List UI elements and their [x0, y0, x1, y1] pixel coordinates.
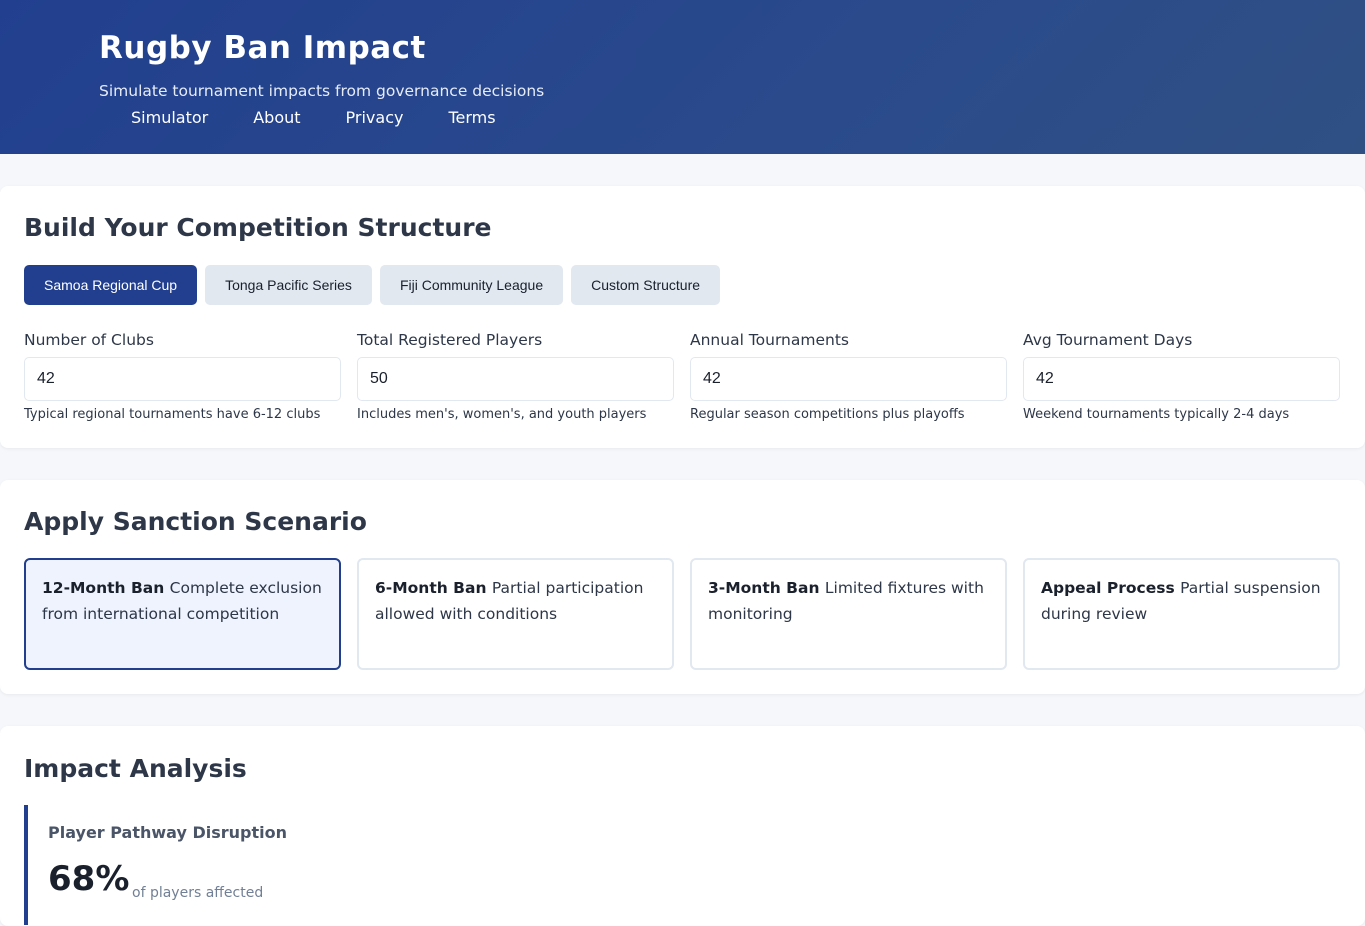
- metric-player-pathway-disruption: Player Pathway Disruption 68% of players…: [24, 805, 424, 925]
- field-hint: Typical regional tournaments have 6-12 c…: [24, 407, 321, 422]
- tab-samoa-regional-cup[interactable]: Samoa Regional Cup: [24, 265, 198, 305]
- field-hint: Regular season competitions plus playoff…: [690, 407, 965, 422]
- field-label: Annual Tournaments: [690, 331, 849, 349]
- competition-structure-card: Build Your Competition Structure Samoa R…: [0, 186, 1365, 448]
- site-title: Rugby Ban Impact: [99, 30, 426, 66]
- scenario-name: Appeal Process: [1041, 579, 1181, 597]
- field-label: Avg Tournament Days: [1023, 331, 1193, 349]
- section-title: Impact Analysis: [24, 754, 247, 783]
- field-label: Number of Clubs: [24, 331, 154, 349]
- nav-privacy[interactable]: Privacy: [346, 108, 404, 127]
- nav-about[interactable]: About: [253, 108, 300, 127]
- scenario-name: 12-Month Ban: [42, 579, 170, 597]
- field-total-registered-players: Total Registered Players Includes men's,…: [357, 331, 674, 422]
- scenario-3-month-ban[interactable]: 3-Month Ban Limited fixtures with monito…: [690, 558, 1007, 670]
- nav-terms[interactable]: Terms: [448, 108, 495, 127]
- nav-simulator[interactable]: Simulator: [131, 108, 208, 127]
- tab-fiji-community-league[interactable]: Fiji Community League: [379, 265, 564, 305]
- scenario-name: 6-Month Ban: [375, 579, 492, 597]
- field-annual-tournaments: Annual Tournaments Regular season compet…: [690, 331, 1007, 422]
- main-nav: Simulator About Privacy Terms: [131, 108, 541, 127]
- tab-custom-structure[interactable]: Custom Structure: [571, 265, 721, 305]
- field-avg-tournament-days: Avg Tournament Days Weekend tournaments …: [1023, 331, 1340, 422]
- section-title: Build Your Competition Structure: [24, 213, 492, 242]
- structure-fields: Number of Clubs Typical regional tournam…: [24, 331, 1340, 422]
- site-subtitle: Simulate tournament impacts from governa…: [99, 82, 545, 100]
- impact-analysis-card: Impact Analysis Player Pathway Disruptio…: [0, 726, 1365, 926]
- scenario-options: 12-Month Ban Complete exclusion from int…: [24, 558, 1340, 670]
- metric-title: Player Pathway Disruption: [48, 823, 288, 842]
- total-players-input[interactable]: [357, 357, 674, 401]
- avg-tournament-days-input[interactable]: [1023, 357, 1340, 401]
- scenario-12-month-ban[interactable]: 12-Month Ban Complete exclusion from int…: [24, 558, 341, 670]
- preset-tabs: Samoa Regional Cup Tonga Pacific Series …: [24, 265, 721, 305]
- metric-value: 68%: [48, 859, 130, 899]
- sanction-scenario-card: Apply Sanction Scenario 12-Month Ban Com…: [0, 480, 1365, 694]
- scenario-6-month-ban[interactable]: 6-Month Ban Partial participation allowe…: [357, 558, 674, 670]
- number-of-clubs-input[interactable]: [24, 357, 341, 401]
- section-title: Apply Sanction Scenario: [24, 507, 367, 536]
- annual-tournaments-input[interactable]: [690, 357, 1007, 401]
- scenario-appeal-process[interactable]: Appeal Process Partial suspension during…: [1023, 558, 1340, 670]
- scenario-name: 3-Month Ban: [708, 579, 825, 597]
- field-hint: Includes men's, women's, and youth playe…: [357, 407, 647, 422]
- field-number-of-clubs: Number of Clubs Typical regional tournam…: [24, 331, 341, 422]
- field-hint: Weekend tournaments typically 2-4 days: [1023, 407, 1290, 422]
- field-label: Total Registered Players: [357, 331, 543, 349]
- tab-tonga-pacific-series[interactable]: Tonga Pacific Series: [205, 265, 372, 305]
- metric-unit: of players affected: [132, 885, 264, 901]
- site-header: Rugby Ban Impact Simulate tournament imp…: [0, 0, 1365, 154]
